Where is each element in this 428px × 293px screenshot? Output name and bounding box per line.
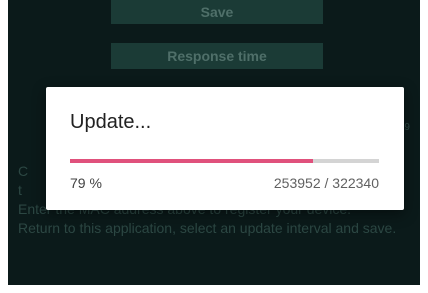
update-progress-dialog: Update... 79 % 253952 / 322340 (46, 87, 404, 210)
dialog-title: Update... (70, 111, 152, 133)
save-button[interactable]: Save (111, 0, 323, 24)
response-time-button[interactable]: Response time (111, 43, 323, 69)
save-button-label: Save (200, 4, 234, 20)
progress-percent: 79 % (70, 175, 102, 191)
app-screen: Save Response time 4.9 C t Enter the MAC… (8, 0, 420, 285)
response-time-button-label: Response time (167, 48, 267, 64)
instructions-line-4: Return to this application, select an up… (18, 220, 397, 236)
progress-bar-fill (70, 159, 314, 163)
progress-count: 253952 / 322340 (273, 175, 379, 191)
progress-bar (70, 159, 379, 163)
